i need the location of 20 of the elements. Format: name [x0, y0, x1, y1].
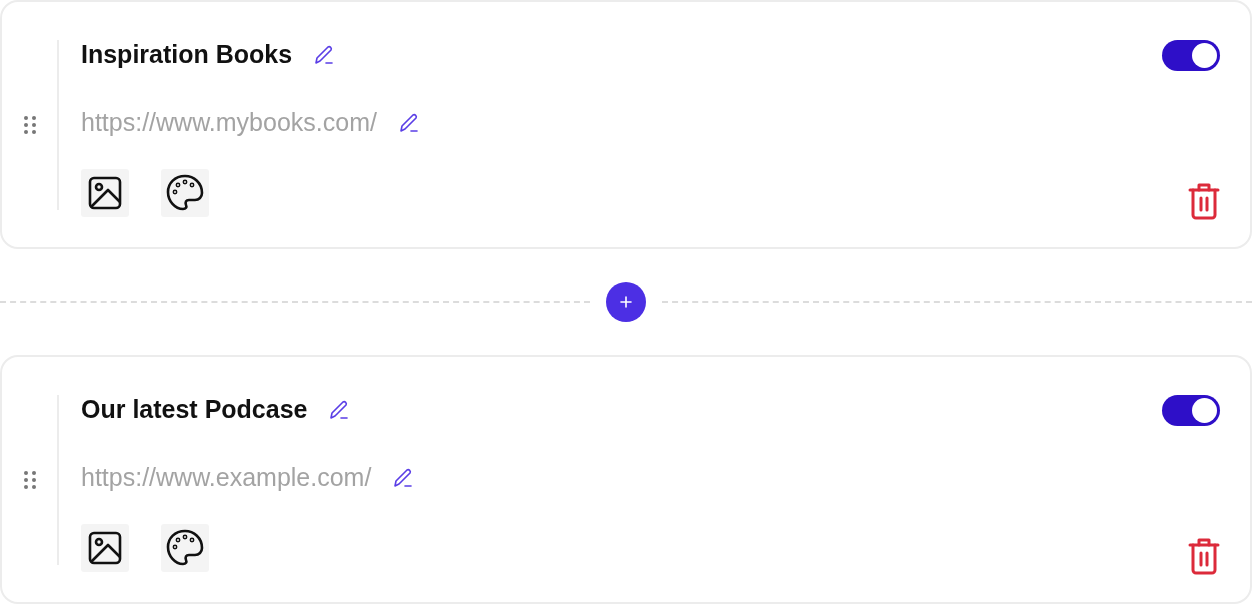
image-icon: [88, 531, 122, 565]
drag-handle-icon[interactable]: [22, 470, 37, 490]
image-icon: [88, 176, 122, 210]
toggle-switch[interactable]: [1162, 40, 1220, 71]
trash-icon[interactable]: [1188, 182, 1220, 220]
trash-icon[interactable]: [1188, 537, 1220, 575]
add-button[interactable]: [606, 282, 646, 322]
link-url: https://www.mybooks.com/: [81, 108, 377, 137]
link-title: Inspiration Books: [81, 40, 293, 69]
link-url: https://www.example.com/: [81, 463, 372, 492]
palette-icon: [166, 174, 204, 212]
palette-button[interactable]: [161, 169, 209, 217]
toggle-switch[interactable]: [1162, 395, 1220, 426]
image-button[interactable]: [81, 524, 129, 572]
image-button[interactable]: [81, 169, 129, 217]
plus-icon: [620, 296, 632, 308]
link-title: Our latest Podcase: [81, 395, 308, 424]
palette-button[interactable]: [161, 524, 209, 572]
drag-handle-icon[interactable]: [22, 115, 37, 135]
palette-icon: [166, 529, 204, 567]
